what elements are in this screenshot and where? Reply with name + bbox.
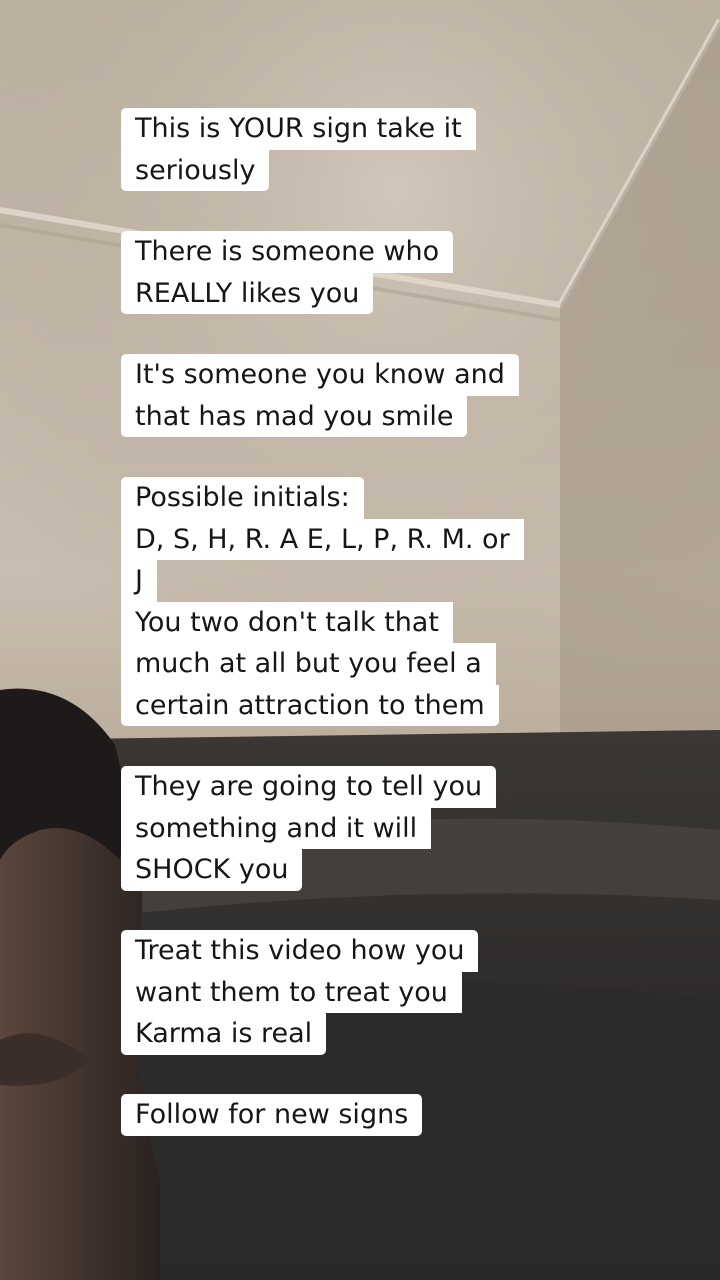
caption-sign: This is YOUR sign take it seriously bbox=[121, 108, 476, 191]
video-frame: This is YOUR sign take it seriously Ther… bbox=[0, 0, 720, 1280]
caption-line: There is someone who bbox=[121, 231, 454, 273]
caption-someone: There is someone who REALLY likes you bbox=[121, 231, 454, 314]
caption-line: You two don't talk that bbox=[121, 601, 453, 643]
caption-line: something and it will bbox=[121, 807, 432, 849]
caption-line: They are going to tell you bbox=[121, 766, 497, 808]
caption-line: Karma is real bbox=[121, 1013, 327, 1055]
caption-karma: Treat this video how you want them to tr… bbox=[121, 930, 479, 1055]
caption-line: SHOCK you bbox=[121, 849, 303, 891]
caption-line: D, S, H, R. A E, L, P, R. M. or bbox=[121, 518, 524, 560]
caption-know: It's someone you know and that has mad y… bbox=[121, 354, 519, 437]
caption-line: much at all but you feel a bbox=[121, 643, 496, 685]
caption-follow: Follow for new signs bbox=[121, 1094, 423, 1136]
caption-line: certain attraction to them bbox=[121, 684, 499, 726]
caption-initials: Possible initials: D, S, H, R. A E, L, P… bbox=[121, 477, 524, 726]
caption-line: Possible initials: bbox=[121, 477, 364, 519]
caption-line: that has mad you smile bbox=[121, 395, 468, 437]
caption-line: This is YOUR sign take it bbox=[121, 108, 476, 150]
caption-shock: They are going to tell you something and… bbox=[121, 766, 497, 891]
caption-line: J bbox=[121, 560, 157, 602]
caption-line: Treat this video how you bbox=[121, 930, 479, 972]
caption-overlay: This is YOUR sign take it seriously Ther… bbox=[0, 0, 720, 1280]
caption-line: want them to treat you bbox=[121, 971, 462, 1013]
caption-line: seriously bbox=[121, 149, 270, 191]
caption-line: It's someone you know and bbox=[121, 354, 519, 396]
caption-line: Follow for new signs bbox=[121, 1094, 423, 1136]
caption-line: REALLY likes you bbox=[121, 272, 374, 314]
